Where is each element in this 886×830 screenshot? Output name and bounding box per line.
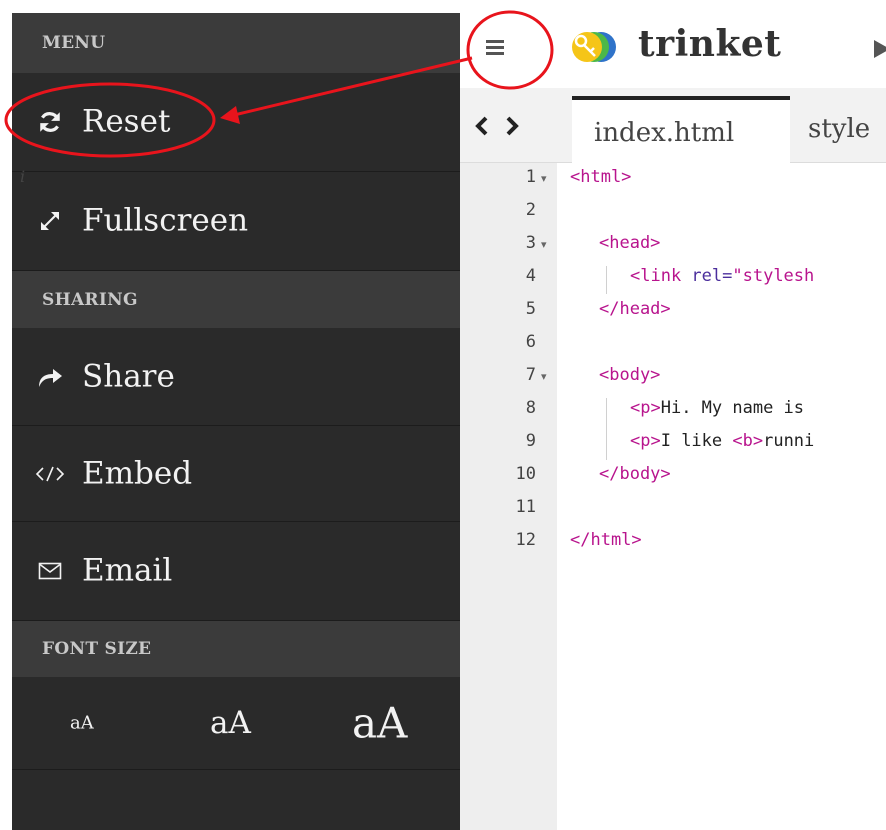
tab-index-html[interactable]: index.html bbox=[572, 96, 790, 166]
code-line-5[interactable]: </head> bbox=[599, 299, 671, 319]
sharing-section-header: SHARING bbox=[12, 271, 460, 328]
font-size-options: aA aA aA bbox=[12, 677, 460, 770]
fold-arrow-icon[interactable]: ▾ bbox=[541, 370, 547, 383]
play-icon[interactable] bbox=[873, 39, 886, 59]
line-number: 6 bbox=[525, 332, 536, 352]
fullscreen-label: Fullscreen bbox=[82, 202, 249, 239]
font-size-large-button[interactable]: aA bbox=[352, 699, 407, 748]
line-number: 8 bbox=[525, 398, 536, 418]
fullscreen-menu-item[interactable]: Fullscreen bbox=[12, 172, 460, 271]
tab-style-label: style bbox=[808, 114, 871, 144]
top-bar: trinket bbox=[460, 13, 886, 89]
share-arrow-icon bbox=[30, 357, 70, 397]
email-label: Email bbox=[82, 552, 173, 589]
code-line-9[interactable]: <p>I like <b>runni bbox=[630, 431, 814, 451]
file-tab-bar: index.html style bbox=[460, 88, 886, 166]
refresh-icon bbox=[30, 102, 70, 142]
font-size-header-label: FONT SIZE bbox=[42, 639, 152, 659]
font-size-medium-button[interactable]: aA bbox=[210, 705, 251, 741]
code-line-4[interactable]: <link rel="stylesh bbox=[630, 266, 814, 286]
line-number: 3 bbox=[525, 233, 536, 253]
sharing-header-label: SHARING bbox=[42, 289, 138, 310]
code-line-12[interactable]: </html> bbox=[570, 530, 642, 550]
toggle-code-icon[interactable] bbox=[468, 108, 528, 144]
expand-icon bbox=[30, 201, 70, 241]
reset-label: Reset bbox=[82, 103, 171, 140]
code-line-8[interactable]: <p>Hi. My name is bbox=[630, 398, 804, 418]
email-menu-item[interactable]: Email bbox=[12, 522, 460, 621]
menu-section-header: MENU bbox=[12, 13, 460, 73]
line-number: 7 bbox=[525, 365, 536, 385]
line-number: 4 bbox=[525, 266, 536, 286]
fold-arrow-icon[interactable]: ▾ bbox=[541, 238, 547, 251]
indent-guide bbox=[606, 266, 607, 294]
line-number: 10 bbox=[515, 464, 536, 484]
trinket-logo bbox=[568, 27, 618, 67]
code-line-7[interactable]: <body> bbox=[599, 365, 660, 385]
hamburger-icon[interactable] bbox=[482, 33, 512, 63]
info-marker: i bbox=[20, 167, 26, 186]
sidebar-menu: MENU Reset Fullscreen SHARING Share Embe… bbox=[12, 13, 460, 830]
line-number: 9 bbox=[525, 431, 536, 451]
tab-style[interactable]: style bbox=[792, 96, 886, 162]
line-number: 12 bbox=[515, 530, 536, 550]
embed-menu-item[interactable]: Embed bbox=[12, 426, 460, 522]
font-size-small-button[interactable]: aA bbox=[70, 713, 94, 734]
menu-header-label: MENU bbox=[42, 33, 106, 53]
line-number: 11 bbox=[515, 497, 536, 517]
embed-label: Embed bbox=[82, 454, 193, 491]
tab-index-html-label: index.html bbox=[594, 118, 735, 148]
code-icon bbox=[30, 454, 70, 494]
reset-menu-item[interactable]: Reset bbox=[12, 73, 460, 172]
code-line-3[interactable]: <head> bbox=[599, 233, 660, 253]
line-number: 5 bbox=[525, 299, 536, 319]
code-line-1[interactable]: <html> bbox=[570, 167, 631, 187]
envelope-icon bbox=[30, 551, 70, 591]
line-number: 2 bbox=[525, 200, 536, 220]
share-menu-item[interactable]: Share bbox=[12, 328, 460, 426]
fold-arrow-icon[interactable]: ▾ bbox=[541, 172, 547, 185]
brand-name: trinket bbox=[638, 23, 782, 65]
share-label: Share bbox=[82, 357, 175, 394]
code-line-10[interactable]: </body> bbox=[599, 464, 671, 484]
indent-guide bbox=[606, 398, 607, 460]
font-size-section-header: FONT SIZE bbox=[12, 621, 460, 677]
line-number: 1 bbox=[525, 167, 536, 187]
